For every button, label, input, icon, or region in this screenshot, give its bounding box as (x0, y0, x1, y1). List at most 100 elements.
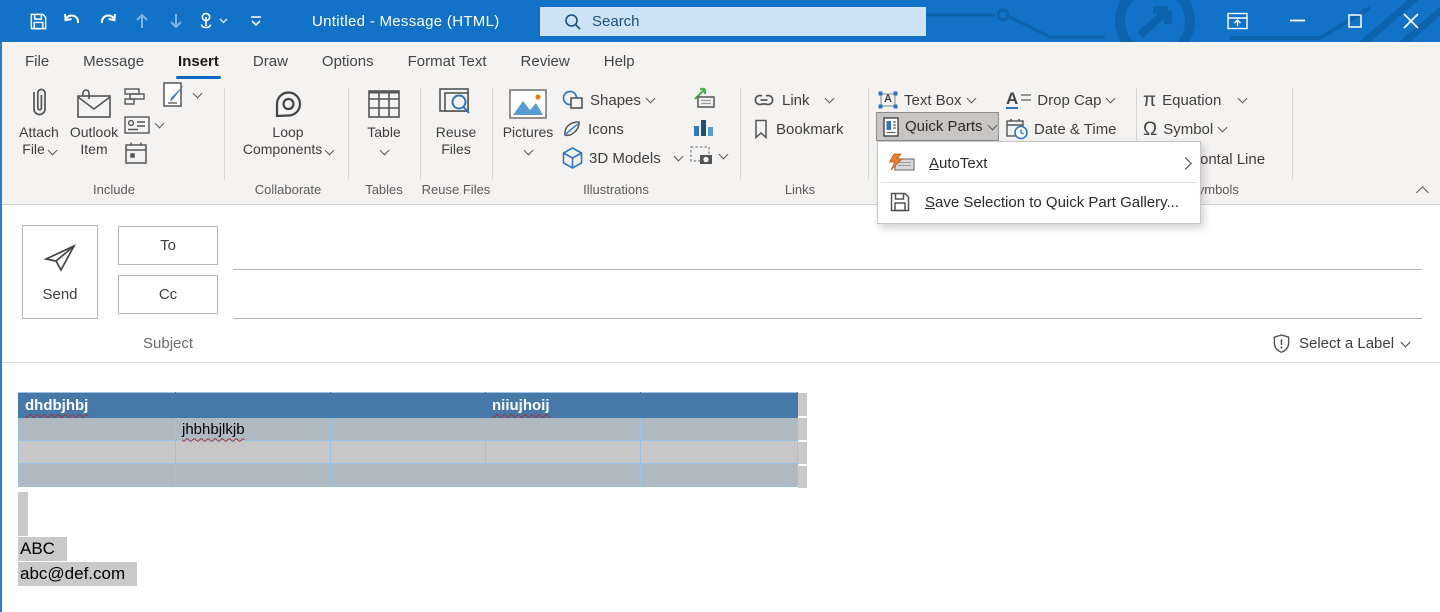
bookmark-button[interactable]: Bookmark (752, 118, 844, 140)
tab-format-text[interactable]: Format Text (391, 42, 504, 80)
link-icon (754, 94, 774, 106)
table-cell[interactable] (640, 417, 798, 441)
window-left-border (0, 42, 2, 612)
chevron-down-icon (47, 145, 58, 156)
table-cell[interactable] (18, 463, 176, 487)
tab-file[interactable]: File (8, 42, 66, 80)
shapes-icon (562, 90, 583, 109)
submenu-arrow-icon (1179, 156, 1192, 170)
tab-insert[interactable]: Insert (161, 42, 236, 80)
tab-draw[interactable]: Draw (236, 42, 305, 80)
reuse-files-button[interactable]: Reuse Files (424, 84, 488, 158)
smartart-button[interactable] (692, 87, 716, 109)
menu-separator (881, 182, 1197, 183)
cc-input[interactable] (233, 318, 1422, 319)
pictures-button[interactable]: Pictures (498, 84, 558, 156)
table-cell[interactable] (18, 417, 176, 441)
redo-button[interactable] (92, 0, 124, 42)
search-input[interactable] (590, 12, 894, 31)
collapse-ribbon-icon[interactable] (1416, 186, 1429, 199)
email-body-table: dhdbjhbj niiujhoij jhbhbjlkjb (18, 392, 798, 487)
table-cell[interactable] (330, 417, 486, 441)
table-cell[interactable] (175, 392, 331, 418)
search-box[interactable] (540, 7, 926, 36)
text-box-button[interactable]: A Text Box (878, 89, 976, 111)
save-button[interactable] (22, 0, 54, 42)
to-button[interactable]: To (118, 226, 218, 265)
table-row-end-marker (798, 466, 807, 488)
tab-review[interactable]: Review (504, 42, 587, 80)
3d-models-button[interactable]: 3D Models (562, 147, 684, 169)
body-text-line[interactable]: ABC (18, 537, 67, 561)
poll-icon (124, 88, 145, 105)
body-text-line[interactable]: abc@def.com (18, 562, 138, 586)
equation-button[interactable]: π Equation (1143, 89, 1248, 111)
table-cell[interactable] (175, 440, 331, 464)
outlook-item-button[interactable]: Outlook Item (64, 84, 124, 158)
tab-help[interactable]: Help (587, 42, 652, 80)
table-cell[interactable] (640, 463, 798, 487)
quick-parts-button[interactable]: Quick Parts (876, 112, 999, 141)
shield-exclamation-icon (1273, 334, 1290, 353)
touch-mode-icon (200, 12, 212, 29)
table-cell[interactable]: dhdbjhbj (18, 392, 176, 418)
business-card-button[interactable] (124, 114, 165, 136)
undo-button[interactable] (56, 0, 88, 42)
attach-file-button[interactable]: Attach File (10, 84, 68, 158)
arrow-down-icon (170, 14, 182, 29)
table-cell[interactable] (175, 463, 331, 487)
tab-message[interactable]: Message (66, 42, 161, 80)
chart-button[interactable] (692, 116, 714, 138)
maximize-button[interactable] (1336, 0, 1374, 42)
3d-models-icon (562, 147, 583, 169)
send-button[interactable]: Send (22, 225, 98, 319)
symbol-button[interactable]: Ω Symbol (1143, 118, 1228, 140)
drop-cap-button[interactable]: A Drop Cap (1006, 89, 1116, 111)
customize-quick-access-button[interactable] (240, 0, 272, 42)
sensitivity-label-picker[interactable]: Select a Label (1272, 333, 1411, 354)
table-cell[interactable] (330, 463, 486, 487)
minimize-button[interactable] (1278, 0, 1316, 42)
close-button[interactable] (1392, 0, 1430, 42)
table-cell[interactable] (330, 440, 486, 464)
tab-options[interactable]: Options (305, 42, 391, 80)
subject-label[interactable]: Subject (143, 335, 193, 352)
date-time-button[interactable]: Date & Time (1006, 118, 1117, 140)
loop-components-button[interactable]: Loop Components (240, 84, 336, 158)
table-cell[interactable] (330, 392, 486, 418)
table-cell[interactable]: jhbhbjlkjb (175, 417, 331, 441)
menu-item-save-selection-to-quick-part-gallery[interactable]: Save Selection to Quick Part Gallery... (878, 184, 1200, 220)
signature-button[interactable] (162, 82, 203, 107)
to-input[interactable] (233, 269, 1422, 270)
table-cell[interactable] (18, 440, 176, 464)
screenshot-button[interactable] (690, 145, 729, 167)
equation-icon: π (1143, 89, 1157, 111)
chevron-down-icon (718, 149, 729, 160)
table-row: dhdbjhbj niiujhoij (18, 392, 798, 418)
table-cell[interactable] (640, 392, 798, 418)
cc-button[interactable]: Cc (118, 275, 218, 314)
menu-item-autotext[interactable]: AutoText (878, 145, 1200, 181)
calendar-button[interactable] (124, 142, 148, 164)
table-cell[interactable]: niiujhoij (485, 392, 641, 418)
group-divider (740, 88, 741, 180)
table-cell[interactable] (640, 440, 798, 464)
table-cell[interactable] (485, 440, 641, 464)
chevron-down-icon (645, 93, 656, 104)
chevron-down-icon (673, 151, 684, 162)
move-down-button-disabled (160, 0, 192, 42)
table-button[interactable]: Table (354, 84, 414, 156)
touch-mouse-mode-button[interactable] (192, 0, 232, 42)
poll-button[interactable] (124, 86, 146, 108)
table-cell[interactable] (485, 463, 641, 487)
shapes-button[interactable]: Shapes (562, 89, 656, 111)
link-button[interactable]: Link (752, 89, 834, 111)
chevron-down-icon (192, 88, 203, 99)
table-cell[interactable] (485, 417, 641, 441)
group-divider (492, 88, 493, 180)
outlook-message-window: Untitled - Message (HTML) Search File Me… (0, 0, 1440, 612)
icons-button[interactable]: Icons (562, 118, 624, 140)
loop-components-icon (269, 84, 307, 124)
chevron-down-icon (219, 18, 228, 24)
ribbon-display-options-button[interactable] (1218, 0, 1256, 42)
